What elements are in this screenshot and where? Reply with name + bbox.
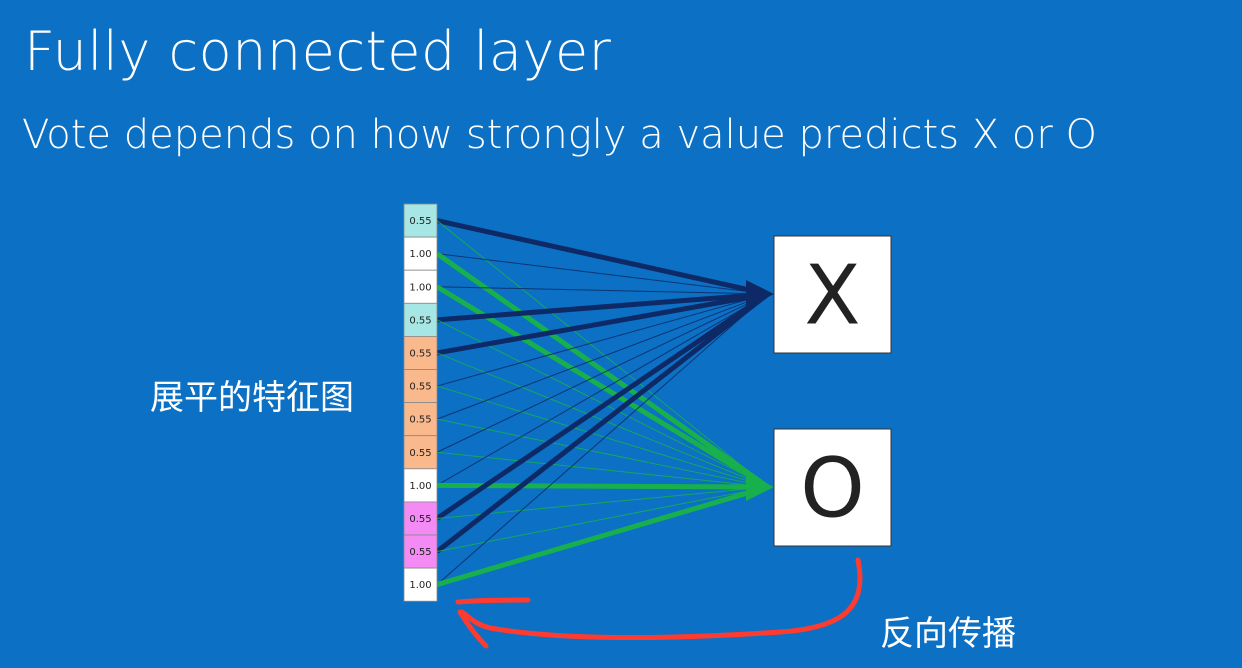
feature-cell-value: 0.55 — [409, 348, 431, 359]
backprop-arrowhead-top — [455, 597, 531, 605]
connection-4-to-x — [436, 291, 769, 356]
backprop-arrowhead-bottom — [457, 609, 489, 649]
output-nodes: XO — [773, 235, 892, 547]
feature-cell-value: 1.00 — [409, 249, 431, 260]
connection-11-to-o — [436, 484, 769, 588]
fully-connected-diagram: 0.55 1.00 1.00 0.55 0.55 0.55 0.55 0.55 1.00 0.55… — [403, 203, 892, 649]
feature-cell-value: 0.55 — [409, 448, 431, 459]
arrowhead-x — [746, 280, 774, 308]
feature-cell-value: 0.55 — [409, 382, 431, 393]
connections-layer — [435, 218, 774, 588]
feature-cell-value: 0.55 — [409, 216, 431, 227]
connection-3-to-x — [436, 291, 769, 323]
arrowhead-o — [746, 473, 774, 501]
feature-vector-column: 0.55 1.00 1.00 0.55 0.55 0.55 0.55 0.55 1.00 0.55… — [403, 203, 438, 602]
feature-cell-value: 1.00 — [409, 481, 431, 492]
connection-11-to-x — [436, 293, 769, 586]
connection-6-to-x — [436, 293, 769, 420]
feature-cell-value: 0.55 — [409, 415, 431, 426]
feature-cell-value: 0.55 — [409, 547, 431, 558]
connection-5-to-o — [436, 385, 769, 488]
connection-10-to-o — [436, 486, 769, 553]
backpropagation-arrow — [455, 557, 863, 649]
feature-cell-value: 0.55 — [409, 514, 431, 525]
feature-cell-value: 0.55 — [409, 315, 431, 326]
connection-1-to-o — [435, 251, 770, 490]
feature-cell-value: 1.00 — [409, 282, 431, 293]
connection-0-to-o — [436, 220, 769, 488]
feature-cell-value: 1.00 — [409, 580, 431, 591]
connection-10-to-x — [435, 292, 770, 554]
output-label-o: O — [800, 442, 865, 537]
output-label-x: X — [804, 249, 860, 344]
connection-0-to-x — [436, 218, 769, 297]
